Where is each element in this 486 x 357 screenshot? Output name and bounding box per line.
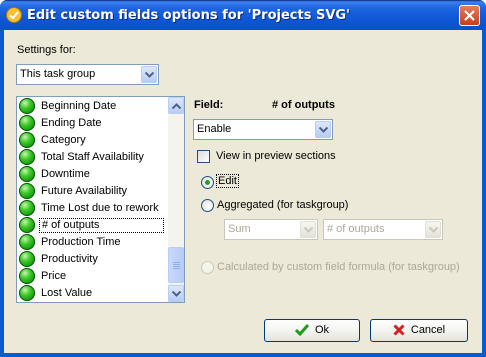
status-dot-icon <box>19 149 35 165</box>
list-item[interactable]: Downtime <box>19 166 165 183</box>
view-in-preview-checkbox[interactable] <box>197 150 210 163</box>
status-dot-icon <box>19 166 35 182</box>
list-item[interactable]: Time Lost due to rework <box>19 200 165 217</box>
settings-for-dropdown[interactable]: This task group <box>16 64 159 85</box>
list-item[interactable]: Lost Value <box>19 285 165 302</box>
dialog-window: Edit custom fields options for 'Projects… <box>0 0 486 357</box>
chevron-down-icon <box>145 72 154 78</box>
radio-aggregated[interactable] <box>201 199 214 212</box>
list-item-label: Productivity <box>41 253 98 265</box>
scroll-down-button[interactable] <box>168 285 184 302</box>
aggregate-field-value: # of outputs <box>327 223 385 235</box>
field-name: # of outputs <box>272 99 335 111</box>
radio-edit[interactable] <box>201 176 214 189</box>
chevron-up-icon <box>172 103 181 109</box>
list-item-label: Category <box>41 134 86 146</box>
aggregate-function-value: Sum <box>228 223 251 235</box>
status-dot-icon <box>19 200 35 216</box>
list-item[interactable]: Productivity <box>19 251 165 268</box>
view-in-preview-label[interactable]: View in preview sections <box>216 150 336 162</box>
custom-fields-list[interactable]: Beginning Date Ending Date Category Total S… <box>16 96 185 303</box>
cancel-button[interactable]: Cancel <box>370 319 468 342</box>
radio-calculated[interactable] <box>201 261 214 274</box>
chevron-down-icon <box>304 227 313 233</box>
window-title: Edit custom fields options for 'Projects… <box>27 8 351 23</box>
field-mode-dropdown[interactable]: Enable <box>193 119 333 140</box>
list-item-label: Total Staff Availability <box>41 151 144 163</box>
list-item[interactable]: # of outputs <box>19 217 165 234</box>
aggregate-field-dropdown[interactable]: # of outputs <box>323 219 443 240</box>
radio-edit-label[interactable]: Edit <box>216 174 239 188</box>
title-bar[interactable]: Edit custom fields options for 'Projects… <box>0 0 486 30</box>
status-dot-icon <box>19 217 35 233</box>
status-dot-icon <box>19 98 35 114</box>
chevron-down-icon <box>319 127 328 133</box>
radio-aggregated-label[interactable]: Aggregated (for taskgroup) <box>217 199 348 211</box>
list-item[interactable]: Future Availability <box>19 183 165 200</box>
aggregate-function-dropdown[interactable]: Sum <box>224 219 318 240</box>
chevron-down-icon <box>172 291 181 297</box>
status-dot-icon <box>19 251 35 267</box>
list-item[interactable]: Beginning Date <box>19 98 165 115</box>
field-mode-value: Enable <box>197 123 232 135</box>
status-dot-icon <box>19 115 35 131</box>
ok-button-label: Ok <box>314 324 330 336</box>
status-dot-icon <box>19 285 35 301</box>
cancel-x-icon <box>393 324 405 336</box>
cancel-button-label: Cancel <box>410 324 446 336</box>
list-item-label: Production Time <box>41 236 121 248</box>
close-icon <box>464 10 475 21</box>
close-button[interactable] <box>459 5 480 26</box>
dropdown-arrow-button[interactable] <box>315 121 331 138</box>
app-check-icon <box>6 7 22 23</box>
settings-for-value: This task group <box>20 68 96 80</box>
status-dot-icon <box>19 268 35 284</box>
list-item-label: # of outputs <box>39 218 164 233</box>
settings-for-label: Settings for: <box>17 44 76 56</box>
list-item[interactable]: Category <box>19 132 165 149</box>
list-item-label: Future Availability <box>41 185 128 197</box>
scroll-up-button[interactable] <box>168 97 184 114</box>
scroll-thumb[interactable] <box>168 247 184 283</box>
ok-button[interactable]: Ok <box>264 319 360 342</box>
radio-calculated-label[interactable]: Calculated by custom field formula (for … <box>217 261 460 273</box>
list-item-label: Time Lost due to rework <box>41 202 159 214</box>
status-dot-icon <box>19 234 35 250</box>
status-dot-icon <box>19 183 35 199</box>
chevron-down-icon <box>429 227 438 233</box>
field-label: Field: <box>194 99 224 111</box>
list-scrollbar[interactable] <box>168 97 184 302</box>
status-dot-icon <box>19 132 35 148</box>
list-item-label: Beginning Date <box>41 100 117 112</box>
checkmark-icon <box>294 324 310 337</box>
list-item[interactable]: Total Staff Availability <box>19 149 165 166</box>
list-item-label: Ending Date <box>41 117 102 129</box>
list-item-label: Price <box>41 270 67 282</box>
dropdown-arrow-button[interactable] <box>141 66 157 83</box>
dropdown-arrow-button[interactable] <box>425 221 441 238</box>
list-item[interactable]: Ending Date <box>19 115 165 132</box>
list-item[interactable]: Price <box>19 268 165 285</box>
list-item-label: Lost Value <box>41 287 93 299</box>
list-item-label: Downtime <box>41 168 90 180</box>
dialog-body: Settings for: This task group Beginning … <box>4 30 482 353</box>
list-item[interactable]: Production Time <box>19 234 165 251</box>
dropdown-arrow-button[interactable] <box>300 221 316 238</box>
